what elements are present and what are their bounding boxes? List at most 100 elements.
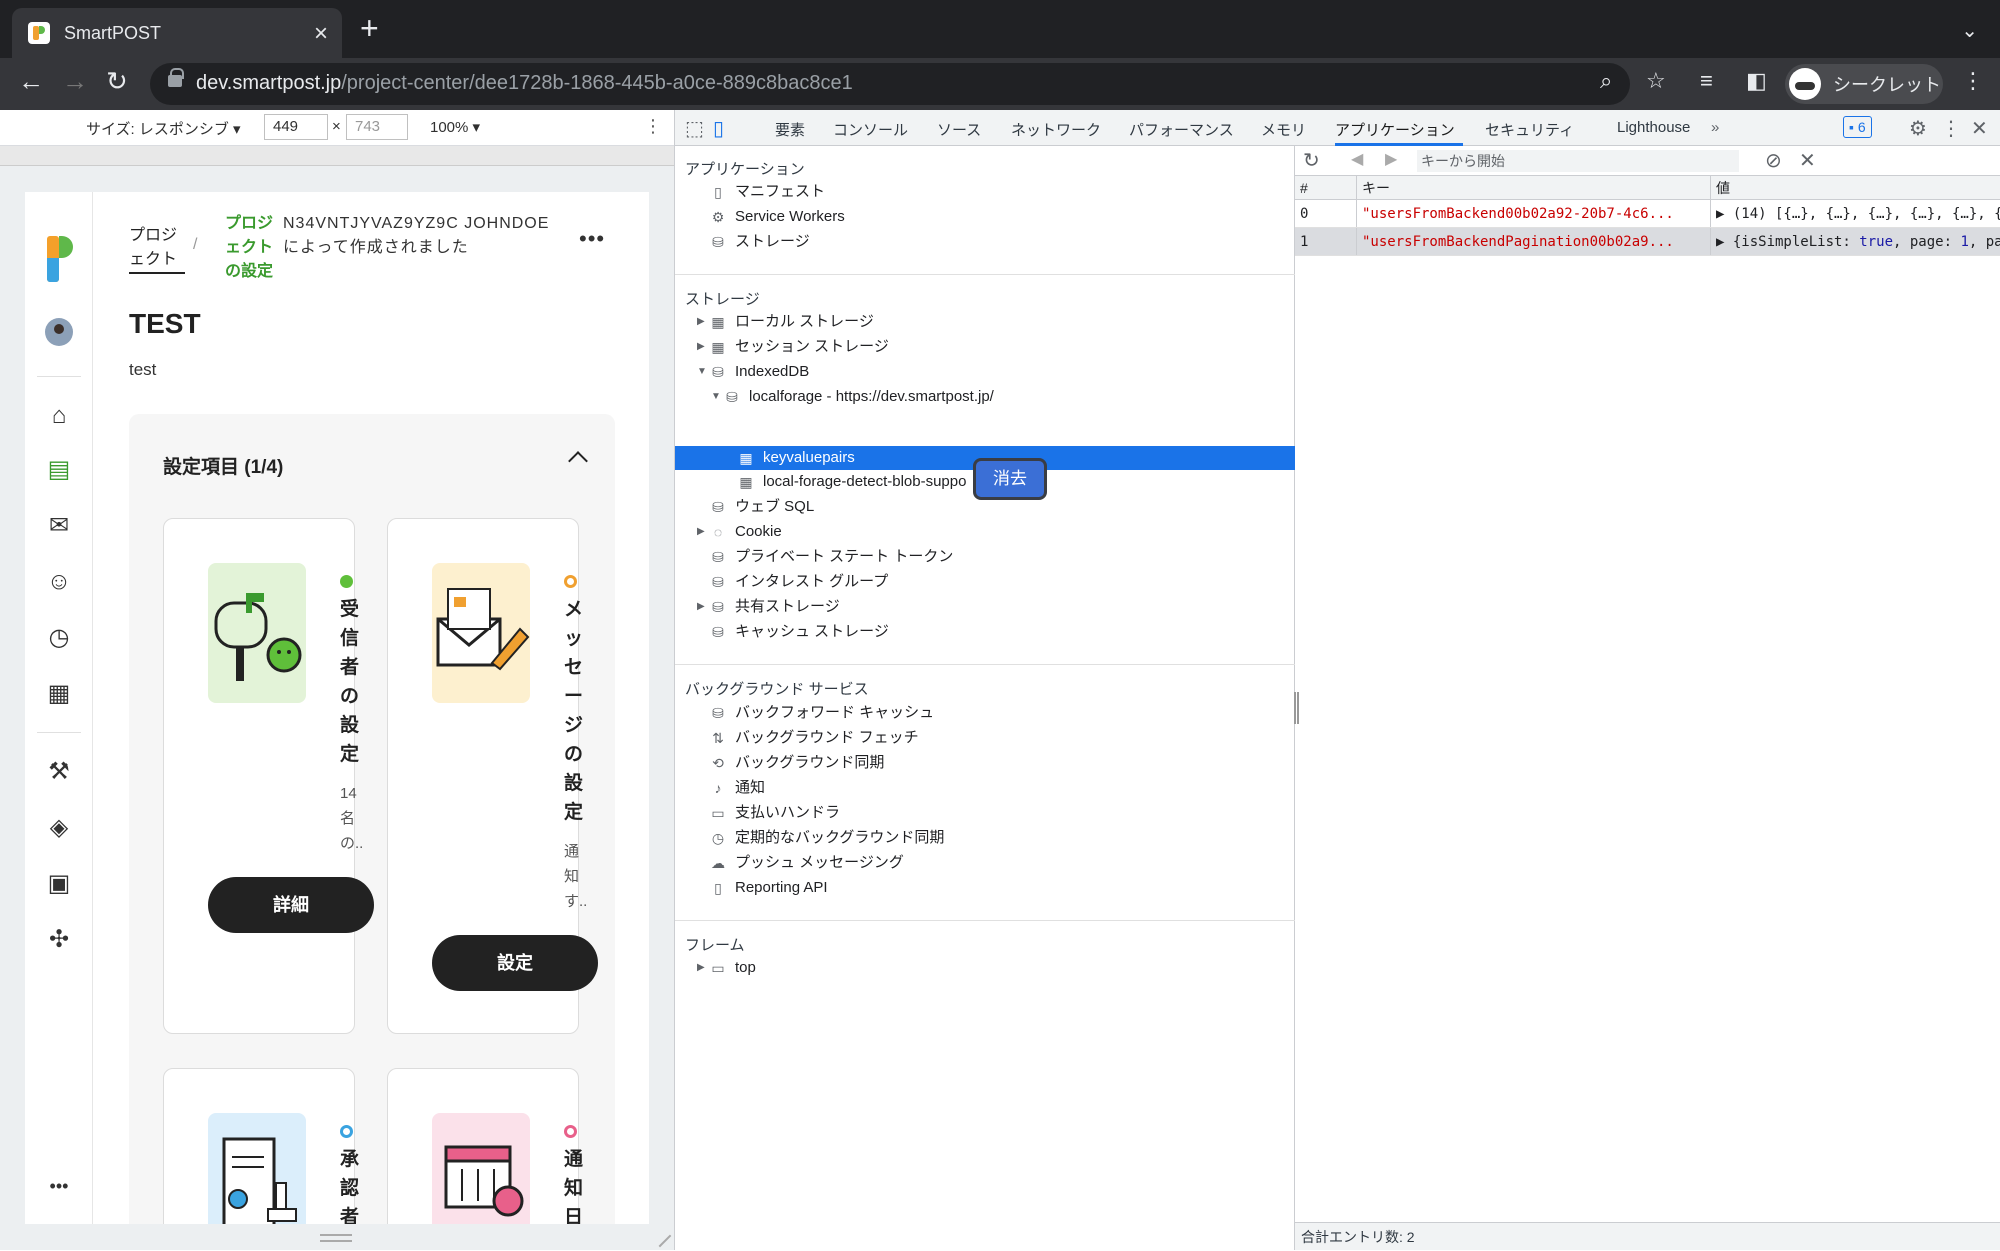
side-panel-icon[interactable]: ◧ [1746,68,1767,94]
browser-tabstrip: SmartPOST × + ⌄ [0,0,2000,58]
tree-item-interest-groups[interactable]: ⛁ インタレスト グループ [697,570,888,594]
tree-item-background-fetch[interactable]: ⇅ バックグラウンド フェッチ [697,726,918,750]
close-tab-icon[interactable]: × [314,20,328,48]
new-tab-button[interactable]: + [360,12,379,44]
smartpost-logo[interactable] [47,236,75,282]
devtools-menu-icon[interactable]: ⋮ [1941,116,1961,141]
browser-tab[interactable]: SmartPOST × [12,8,342,58]
col-index-header[interactable]: # [1295,176,1357,199]
tab-elements[interactable]: 要素 [775,119,805,140]
incognito-profile-button[interactable]: シークレット [1785,64,1943,104]
tab-performance[interactable]: パフォーマンス [1129,119,1234,140]
shield-icon[interactable]: ◈ [45,814,73,842]
device-size-select[interactable]: サイズ: レスポンシブ ▾ [86,118,241,139]
tree-item-notifications[interactable]: ♪ 通知 [697,776,766,800]
zoom-icon[interactable]: ⌕ [1600,68,1612,94]
tab-sources[interactable]: ソース [937,119,981,140]
id-card-icon[interactable]: ▣ [45,870,73,898]
tab-memory[interactable]: メモリ [1261,119,1306,140]
media-query-ruler[interactable] [0,146,674,166]
lock-icon[interactable] [168,68,184,87]
configure-button[interactable]: 設定 [432,935,598,991]
forward-icon[interactable]: → [62,68,88,94]
device-toolbar-more-icon[interactable]: ⋮ [644,116,662,137]
tree-item-websql[interactable]: ⛁ ウェブ SQL [697,495,814,519]
device-height-input[interactable]: 743 [346,114,408,140]
cookie-icon: ◌ [713,524,723,540]
more-tabs-icon[interactable]: » [1711,119,1719,136]
tree-item-keyvaluepairs[interactable]: ▦ keyvaluepairs [725,446,854,470]
bookmark-star-icon[interactable]: ☆ [1646,68,1666,94]
back-icon[interactable]: ← [18,68,44,94]
settings-gear-icon[interactable]: ⚙ [1909,116,1927,141]
key-filter-input[interactable]: キーから開始 [1417,150,1739,172]
avatar[interactable] [45,318,73,346]
inspect-element-icon[interactable]: ⬚ [685,116,704,141]
tree-item-periodic-sync[interactable]: ◷ 定期的なバックグラウンド同期 [697,826,945,850]
users-icon[interactable]: ☺ [45,568,73,596]
database-icon: ⛁ [726,389,738,405]
tree-item-cookie[interactable]: ▶ ◌ Cookie [697,520,782,544]
tree-item-manifest[interactable]: ▯ マニフェスト [697,180,825,204]
page-resize-handle[interactable] [320,1234,352,1242]
tree-item-detect-blob[interactable]: ▦ local-forage-detect-blob-suppo [725,470,966,494]
project-icon[interactable]: ▤ [45,456,73,484]
history-icon[interactable]: ◷ [45,624,73,652]
collapse-chevron-icon[interactable] [568,451,588,471]
browser-menu-icon[interactable]: ⋮ [1962,68,1984,94]
tree-item-cache-storage[interactable]: ⛁ キャッシュ ストレージ [697,620,889,644]
tab-application[interactable]: アプリケーション [1335,119,1455,140]
chevron-down-icon[interactable]: ⌄ [1961,18,1978,43]
tree-item-localforage[interactable]: ▼ ⛁ localforage - https://dev.smartpost.jp… [711,385,994,409]
breadcrumb-project[interactable]: プロジェクト [129,224,185,274]
inbox-icon[interactable]: ✉ [45,512,73,540]
refresh-icon[interactable]: ↻ [1303,148,1320,173]
previous-page-icon[interactable]: ◀ [1351,149,1363,169]
more-options-icon[interactable]: ••• [579,226,605,252]
database-icon: ⛁ [712,624,724,640]
clear-object-store-icon[interactable]: ⊘ [1765,148,1782,173]
more-menu-icon[interactable]: ••• [45,1172,73,1200]
close-devtools-icon[interactable]: ✕ [1971,116,1988,141]
tree-item-reporting-api[interactable]: ▯ Reporting API [697,876,827,900]
tree-item-session-storage[interactable]: ▶ ▦ セッション ストレージ [697,335,889,359]
tree-item-payment-handler[interactable]: ▭ 支払いハンドラ [697,801,840,825]
media-control-icon[interactable]: ≡ [1700,68,1713,94]
tree-item-indexeddb[interactable]: ▼ ⛁ IndexedDB [697,360,809,384]
tree-item-local-storage[interactable]: ▶ ▦ ローカル ストレージ [697,310,874,334]
delete-selected-icon[interactable]: ✕ [1799,148,1816,173]
home-icon[interactable]: ⌂ [45,402,73,430]
tab-console[interactable]: コンソール [833,119,908,140]
col-value-header[interactable]: 値 [1711,176,2000,199]
tree-item-service-workers[interactable]: ⚙ Service Workers [697,205,845,229]
tree-item-private-state-tokens[interactable]: ⛁ プライベート ステート トークン [697,545,953,569]
issues-badge[interactable]: ▪ 6 [1843,116,1872,138]
apps-grid-icon[interactable]: ▦ [45,680,73,708]
shapes-icon[interactable]: ✣ [45,926,73,954]
tab-network[interactable]: ネットワーク [1011,119,1101,140]
tree-item-background-sync[interactable]: ⟲ バックグラウンド同期 [697,751,884,775]
detail-button[interactable]: 詳細 [208,877,374,933]
zoom-select[interactable]: 100% ▾ [430,118,480,136]
tree-item-bfcache[interactable]: ⛁ バックフォワード キャッシュ [697,701,934,725]
device-toggle-icon[interactable]: ▯ [713,116,724,141]
col-key-header[interactable]: キー [1357,176,1711,199]
reload-icon[interactable]: ↻ [106,68,128,94]
wrench-icon[interactable]: ⚒ [45,758,73,786]
tree-item-push-messaging[interactable]: ☁ プッシュ メッセージング [697,851,904,875]
url-text[interactable]: dev.smartpost.jp/project-center/dee1728b… [196,72,853,95]
tree-item-shared-storage[interactable]: ▶ ⛁ 共有ストレージ [697,595,840,619]
tab-lighthouse[interactable]: Lighthouse [1617,119,1690,136]
table-row[interactable]: 1 "usersFromBackendPagination00b02a9... … [1295,228,2000,256]
tab-security[interactable]: セキュリティ [1485,119,1574,140]
table-row[interactable]: 0 "usersFromBackend00b02a92-20b7-4c6... … [1295,200,2000,228]
envelope-illustration-icon [432,563,530,703]
status-pending-icon [564,575,577,588]
tree-item-frame-top[interactable]: ▶ ▭ top [697,956,756,980]
tree-item-storage[interactable]: ⛁ ストレージ [697,230,810,254]
main-content: プロジェクト / プロジェクトの設定 N34VNTJYVAZ9YZ9C JOHN… [93,192,649,1224]
device-width-input[interactable]: 449 [264,114,328,140]
incognito-icon [1789,68,1821,100]
next-page-icon[interactable]: ▶ [1385,149,1397,169]
breadcrumb-settings[interactable]: プロジェクトの設定 [225,212,277,284]
